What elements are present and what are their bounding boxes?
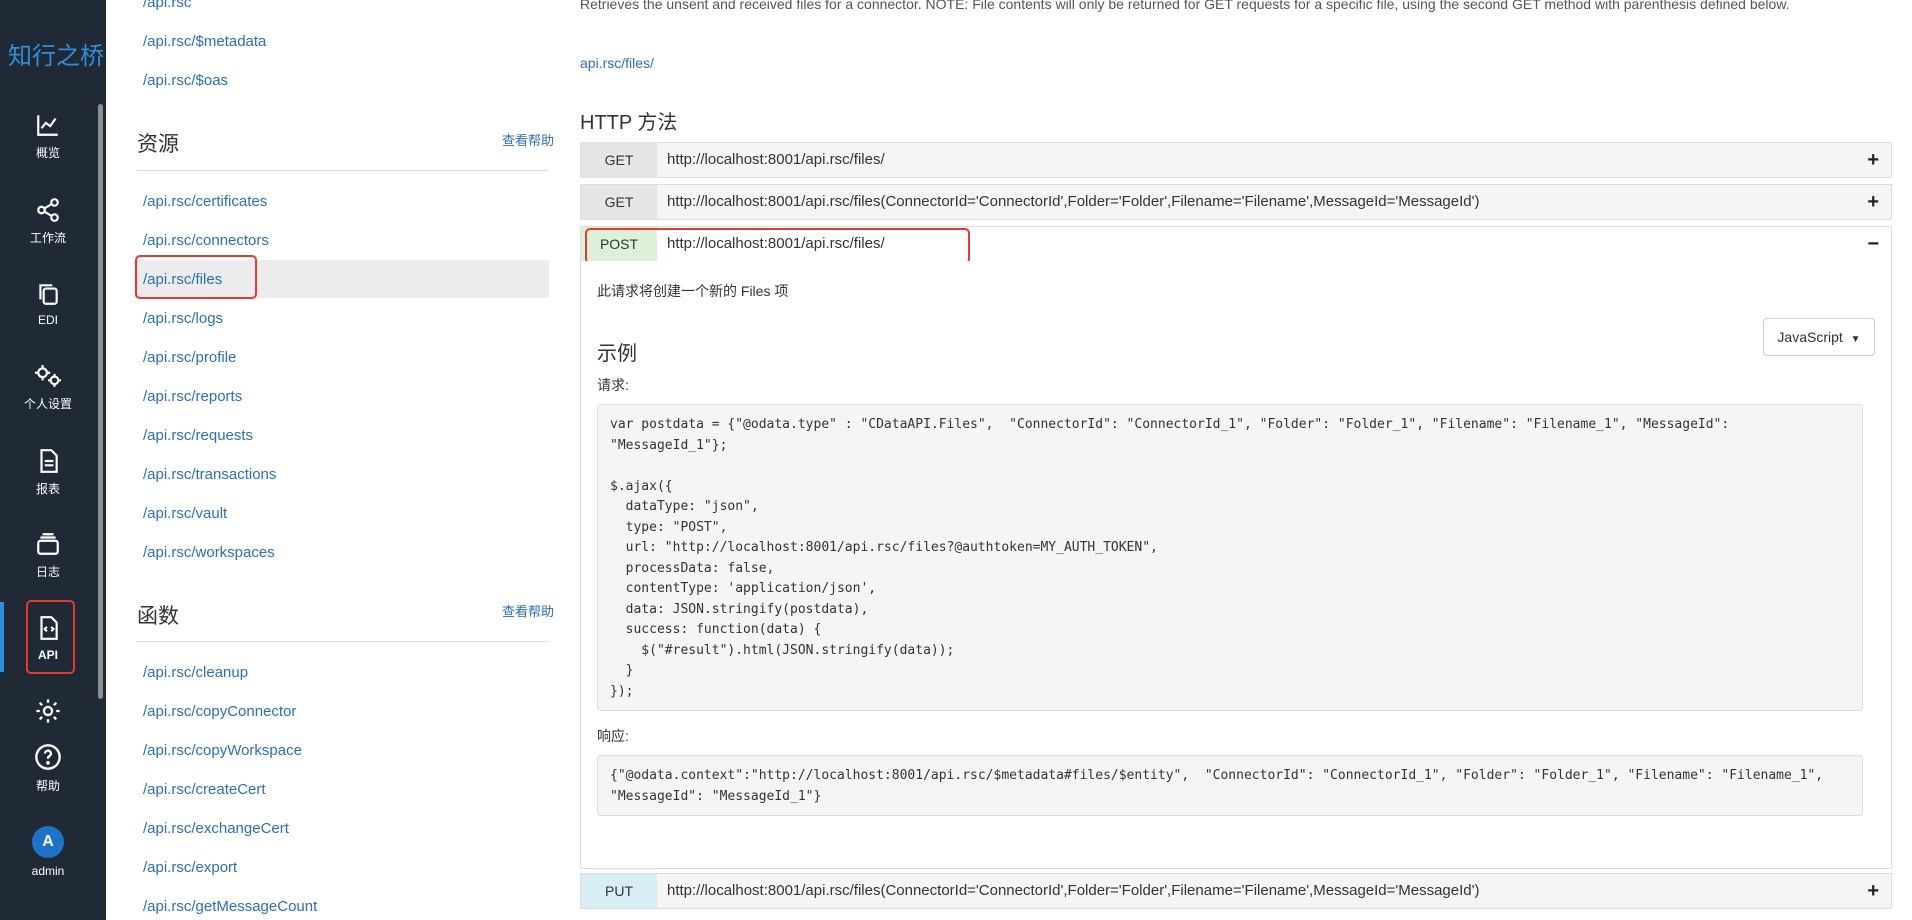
nav-label: 报表	[35, 482, 60, 496]
nav-personal-settings[interactable]: 个人设置	[0, 363, 96, 412]
app-logo[interactable]: 知行之桥	[8, 36, 104, 71]
endpoint-link[interactable]: /api.rsc/$oas	[143, 72, 228, 89]
post-highlight-box	[585, 228, 970, 264]
api-detail: Retrieves the unsent and received files …	[566, 0, 1912, 920]
resource-url-link[interactable]: api.rsc/files/	[580, 55, 654, 71]
avatar: A	[32, 826, 64, 858]
method-row-get[interactable]: GET http://localhost:8001/api.rsc/files/…	[580, 142, 1892, 178]
method-row-put[interactable]: PUT http://localhost:8001/api.rsc/files(…	[580, 873, 1892, 909]
nav-edi[interactable]: EDI	[0, 281, 96, 327]
method-row-get-by-key[interactable]: GET http://localhost:8001/api.rsc/files(…	[580, 184, 1892, 220]
nav-label: 日志	[35, 565, 60, 579]
language-dropdown[interactable]: JavaScript ▼	[1763, 318, 1875, 356]
copy-document-icon	[39, 284, 58, 305]
method-url: http://localhost:8001/api.rsc/files/	[667, 151, 885, 168]
function-link[interactable]: /api.rsc/export	[143, 859, 237, 876]
expand-icon[interactable]: +	[1867, 874, 1879, 908]
layers-icon	[37, 533, 59, 555]
nav-reports[interactable]: 报表	[0, 448, 96, 497]
user-menu[interactable]: A admin	[0, 826, 96, 878]
example-title: 示例	[597, 343, 637, 365]
language-label: JavaScript	[1777, 329, 1843, 345]
method-url: http://localhost:8001/api.rsc/files(Conn…	[667, 193, 1480, 210]
nav-settings[interactable]	[0, 697, 96, 731]
file-text-icon	[40, 449, 58, 473]
nav-label: 个人设置	[23, 397, 72, 411]
function-link[interactable]: /api.rsc/exchangeCert	[143, 820, 289, 837]
resource-link[interactable]: /api.rsc/profile	[143, 349, 236, 366]
functions-help-link[interactable]: 查看帮助	[502, 601, 554, 620]
resource-link-selected[interactable]: /api.rsc/files	[143, 271, 222, 288]
http-methods-title: HTTP 方法	[580, 112, 678, 134]
endpoint-link[interactable]: /api.rsc	[143, 0, 191, 11]
function-link[interactable]: /api.rsc/getMessageCount	[143, 898, 317, 915]
nav-label: EDI	[37, 313, 58, 327]
api-endpoint-list: /api.rsc /api.rsc/$metadata /api.rsc/$oa…	[106, 0, 566, 920]
share-nodes-icon	[37, 198, 59, 222]
resource-link[interactable]: /api.rsc/workspaces	[143, 544, 275, 561]
method-summary: 此请求将创建一个新的 Files 项	[597, 283, 789, 299]
nav-workflow[interactable]: 工作流	[0, 197, 96, 246]
functions-title: 函数	[137, 605, 179, 628]
resource-link[interactable]: /api.rsc/vault	[143, 505, 227, 522]
caret-down-icon: ▼	[1850, 334, 1861, 345]
resource-link[interactable]: /api.rsc/transactions	[143, 466, 276, 483]
function-link[interactable]: /api.rsc/copyWorkspace	[143, 742, 302, 759]
gear-icon	[36, 699, 60, 723]
post-method-panel: 此请求将创建一个新的 Files 项 示例 JavaScript ▼ 请求: v…	[580, 261, 1892, 869]
function-link[interactable]: /api.rsc/createCert	[143, 781, 266, 798]
divider	[137, 641, 549, 642]
resource-description: Retrieves the unsent and received files …	[580, 0, 1790, 12]
resource-link[interactable]: /api.rsc/requests	[143, 427, 253, 444]
nav-api[interactable]: API	[0, 614, 96, 662]
collapse-icon[interactable]: −	[1867, 227, 1879, 261]
cogs-icon	[35, 365, 61, 387]
request-code-block: var postdata = {"@odata.type" : "CDataAP…	[597, 404, 1863, 711]
nav-logs[interactable]: 日志	[0, 531, 96, 580]
resources-title: 资源	[137, 133, 179, 156]
method-badge: GET	[581, 143, 657, 177]
function-link[interactable]: /api.rsc/cleanup	[143, 664, 248, 681]
method-badge: GET	[581, 185, 657, 219]
expand-icon[interactable]: +	[1867, 185, 1879, 219]
nav-overview[interactable]: 概览	[0, 112, 96, 161]
user-name: admin	[31, 864, 65, 878]
resource-link[interactable]: /api.rsc/certificates	[143, 193, 267, 210]
function-link[interactable]: /api.rsc/copyConnector	[143, 703, 296, 720]
resource-link[interactable]: /api.rsc/reports	[143, 388, 242, 405]
response-label: 响应:	[597, 728, 629, 744]
nav-rail: 知行之桥 概览 工作流 EDI 个人设置 报表 日志 API 帮助 A admi…	[0, 0, 106, 920]
method-url: http://localhost:8001/api.rsc/files(Conn…	[667, 882, 1480, 899]
method-badge: PUT	[581, 874, 657, 908]
nav-label: 概览	[35, 146, 60, 160]
response-code-block: {"@odata.context":"http://localhost:8001…	[597, 755, 1863, 816]
request-label: 请求:	[597, 377, 629, 393]
rail-scrollbar[interactable]	[98, 104, 103, 699]
expand-icon[interactable]: +	[1867, 143, 1879, 177]
file-code-icon	[40, 616, 58, 640]
question-circle-icon	[35, 744, 61, 770]
divider	[137, 170, 549, 171]
resources-help-link[interactable]: 查看帮助	[502, 130, 554, 149]
nav-label: API	[37, 648, 58, 662]
resource-link[interactable]: /api.rsc/connectors	[143, 232, 269, 249]
nav-label: 帮助	[35, 779, 60, 793]
endpoint-link[interactable]: /api.rsc/$metadata	[143, 33, 266, 50]
nav-label: 工作流	[29, 231, 66, 245]
resource-link[interactable]: /api.rsc/logs	[143, 310, 223, 327]
chart-line-icon	[37, 115, 58, 136]
nav-help[interactable]: 帮助	[0, 743, 96, 794]
